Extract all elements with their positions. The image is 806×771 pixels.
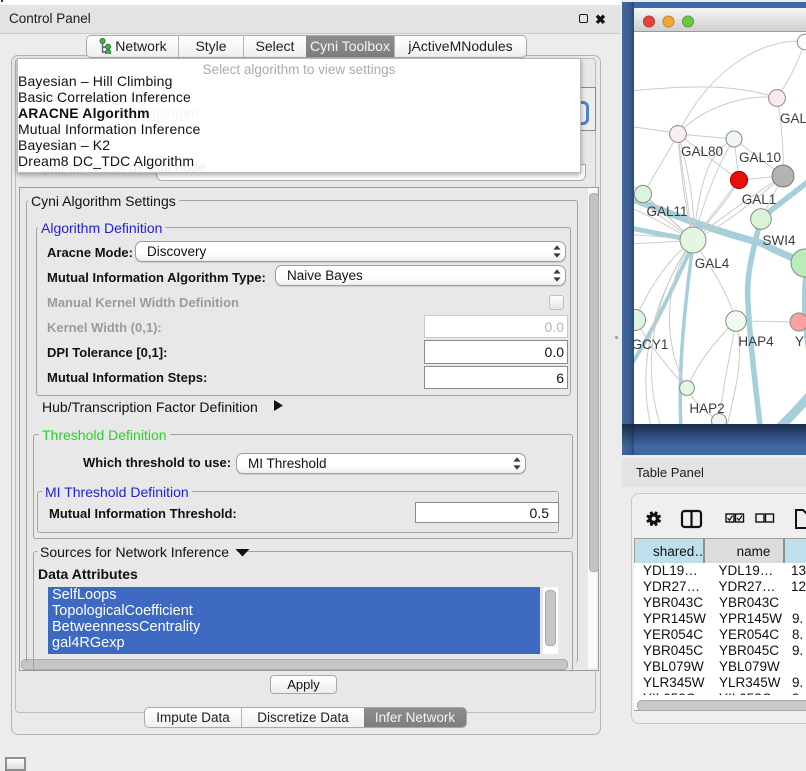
svg-text:SWI4: SWI4 [762, 233, 795, 248]
svg-text:GAL80: GAL80 [681, 144, 723, 159]
svg-text:HAP2: HAP2 [689, 401, 724, 416]
svg-text:GAL: GAL [780, 111, 806, 126]
svg-text:GAL1: GAL1 [742, 192, 777, 207]
svg-text:GAL10: GAL10 [739, 150, 781, 165]
svg-text:GAL11: GAL11 [646, 204, 687, 219]
svg-text:Y: Y [795, 334, 804, 349]
svg-text:GCY1: GCY1 [634, 337, 668, 352]
svg-text:HAP4: HAP4 [738, 334, 774, 349]
svg-text:GAL4: GAL4 [695, 256, 730, 271]
